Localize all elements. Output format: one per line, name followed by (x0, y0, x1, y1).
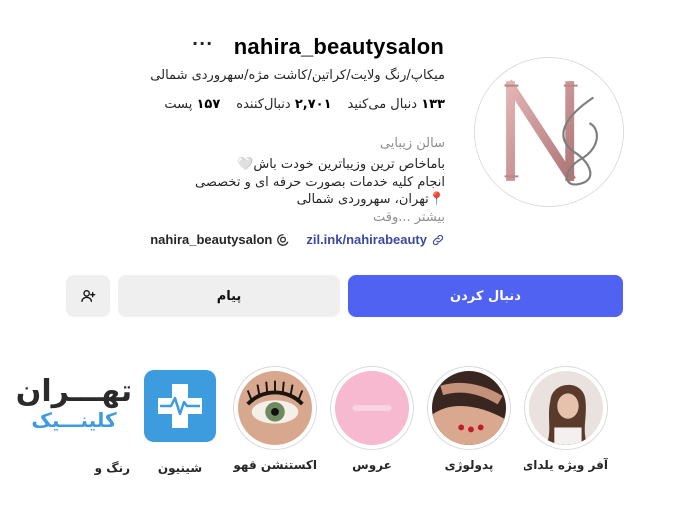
follow-button-label: دنبال کردن (450, 288, 521, 304)
person-add-icon (81, 290, 96, 302)
highlight-label: عروس (352, 458, 392, 472)
stat-posts[interactable]: ۱۵۷ پست (164, 97, 220, 112)
message-button[interactable]: پیام (118, 275, 340, 317)
clinic-watermark: تهـــران کلینـــیک (6, 374, 142, 433)
highlight-cover (233, 366, 317, 450)
follow-button[interactable]: دنبال کردن (348, 275, 623, 317)
link-icon (432, 234, 444, 245)
website-link[interactable]: zil.ink/nahirabeauty (306, 232, 445, 247)
threads-icon (277, 233, 289, 246)
stat-following-label: دنبال می‌کنید (347, 97, 418, 112)
clinic-watermark-line2: کلینـــیک (31, 408, 117, 432)
stat-posts-label: پست (164, 97, 193, 112)
suggest-accounts-button[interactable] (66, 275, 110, 317)
highlight-label: آفر ویژه یلدای... (524, 458, 608, 472)
stat-posts-count: ۱۵۷ (196, 97, 221, 112)
highlight-cover (427, 366, 511, 450)
profile-username: nahira_beautysalon (233, 34, 444, 59)
bio-line-3: 📍تهران، سهروردی شمالی (296, 192, 445, 207)
highlight-item[interactable]: عروس (330, 366, 414, 472)
stat-followers-count: ۲,۷۰۱ (294, 97, 332, 112)
highlight-label: پدولوژی (444, 458, 494, 472)
stat-followers-label: دنبال‌کننده (236, 97, 291, 112)
highlight-item[interactable]: آفر ویژه یلدای... (524, 366, 608, 472)
highlight-cover (330, 366, 414, 450)
threads-link[interactable]: nahira_beautysalon (150, 232, 290, 247)
bio-more-link[interactable]: بیشتر ...وقت (145, 209, 445, 227)
message-button-label: پیام (216, 288, 242, 304)
profile-stats: ۱۵۷ پست ۲,۷۰۱ دنبال‌کننده ۱۳۳ دنبال می‌ک… (164, 97, 445, 112)
website-link-url: zil.ink/nahirabeauty (306, 232, 427, 247)
more-options-icon[interactable]: ··· (192, 36, 212, 56)
highlight-item[interactable]: اکستنشن قهو... (233, 366, 317, 472)
highlight-label[interactable]: شینیون (150, 461, 210, 475)
highlight-cover (524, 366, 608, 450)
profile-bio: باماخاص ترین وزیباترین خودت باش🤍 انجام ک… (145, 156, 445, 226)
profile-links: nahira_beautysalon zil.ink/nahirabeauty (150, 232, 445, 247)
stat-following-count: ۱۳۳ (421, 97, 445, 112)
threads-handle: nahira_beautysalon (150, 232, 273, 247)
highlight-item[interactable]: پدولوژی (427, 366, 511, 472)
highlight-label: اکستنشن قهو... (233, 458, 317, 472)
bio-line-2: انجام کلیه خدمات بصورت حرفه ای و تخصصی (195, 174, 445, 190)
stat-followers[interactable]: ۲,۷۰۱ دنبال‌کننده (236, 97, 331, 112)
highlight-label[interactable]: رنگ و لا (90, 461, 130, 475)
profile-category-label: سالن زیبایی (379, 136, 445, 151)
clinic-watermark-line1: تهـــران (15, 374, 133, 409)
clinic-logo-icon (144, 370, 216, 442)
bio-line-1: باماخاص ترین وزیباترین خودت باش🤍 (237, 157, 445, 172)
stat-following[interactable]: ۱۳۳ دنبال می‌کنید (348, 97, 445, 112)
profile-category-line: میکاپ/رنگ ولایت/کراتین/کاشت مژه/سهروردی … (150, 68, 445, 83)
profile-avatar[interactable] (474, 57, 624, 207)
